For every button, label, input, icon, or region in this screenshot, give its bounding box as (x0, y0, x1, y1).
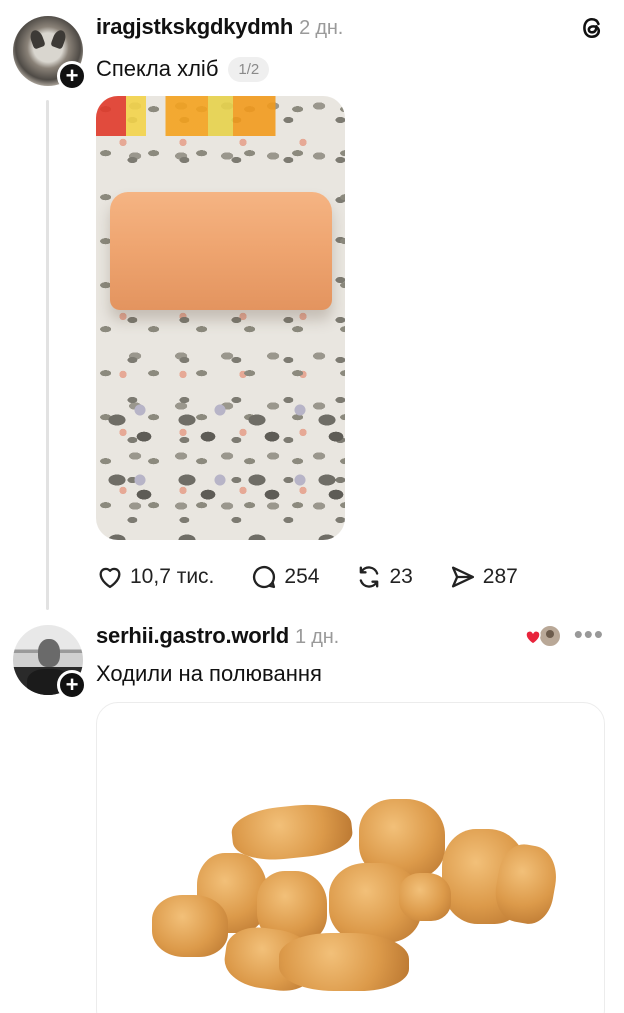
carousel-page-indicator: 1/2 (228, 56, 270, 82)
repost-icon (360, 566, 379, 588)
post-image-nuggets[interactable] (96, 702, 605, 1013)
post-time: 2 дн. (299, 17, 344, 39)
repost-count: 23 (389, 565, 413, 588)
caption-text: Ходили на полювання (96, 661, 322, 686)
friend-reaction-icon[interactable] (524, 623, 562, 649)
username-text[interactable]: serhii.gastro.world (96, 623, 289, 648)
post-caption: Ходили на полювання (96, 661, 322, 687)
comment-count: 254 (284, 565, 320, 588)
post-image-bread[interactable] (96, 96, 345, 540)
image-nugget-detail (229, 799, 355, 865)
post-1: + iragjstkskgdkydmh 2 дн. Спекла хліб 1/2… (0, 0, 624, 615)
post-author[interactable]: serhii.gastro.world 1 дн. (96, 623, 339, 649)
post-time: 1 дн. (295, 626, 339, 648)
share-button[interactable]: 287 (449, 563, 518, 591)
thread-line (46, 100, 49, 610)
comment-button[interactable]: 254 (250, 563, 319, 591)
follow-plus-button[interactable]: + (57, 670, 87, 700)
repost-button[interactable]: 23 (355, 563, 413, 591)
image-toys-detail (96, 96, 345, 136)
caption-text: Спекла хліб (96, 56, 219, 81)
follow-plus-button[interactable]: + (57, 61, 87, 91)
more-options-button[interactable]: ••• (574, 619, 604, 650)
image-loaf-detail (110, 192, 332, 310)
like-button[interactable]: 10,7 тис. (96, 563, 214, 591)
send-icon (451, 566, 474, 588)
post-author[interactable]: iragjstkskgdkydmh 2 дн. (96, 14, 343, 40)
username-text[interactable]: iragjstkskgdkydmh (96, 14, 293, 39)
share-count: 287 (482, 565, 518, 588)
action-bar: 10,7 тис. 254 23 287 (96, 560, 554, 594)
image-nugget-detail (279, 933, 409, 991)
heart-icon (99, 567, 121, 589)
comment-bubble-icon (253, 566, 276, 589)
post-2: + serhii.gastro.world 1 дн. ••• Ходили на… (0, 615, 624, 1013)
image-nugget-detail (399, 873, 451, 921)
image-nugget-detail (152, 895, 228, 957)
threads-logo-icon[interactable] (578, 14, 606, 42)
image-tablecloth-detail (96, 396, 345, 540)
like-count: 10,7 тис. (130, 565, 215, 588)
post-caption: Спекла хліб 1/2 (96, 56, 270, 82)
